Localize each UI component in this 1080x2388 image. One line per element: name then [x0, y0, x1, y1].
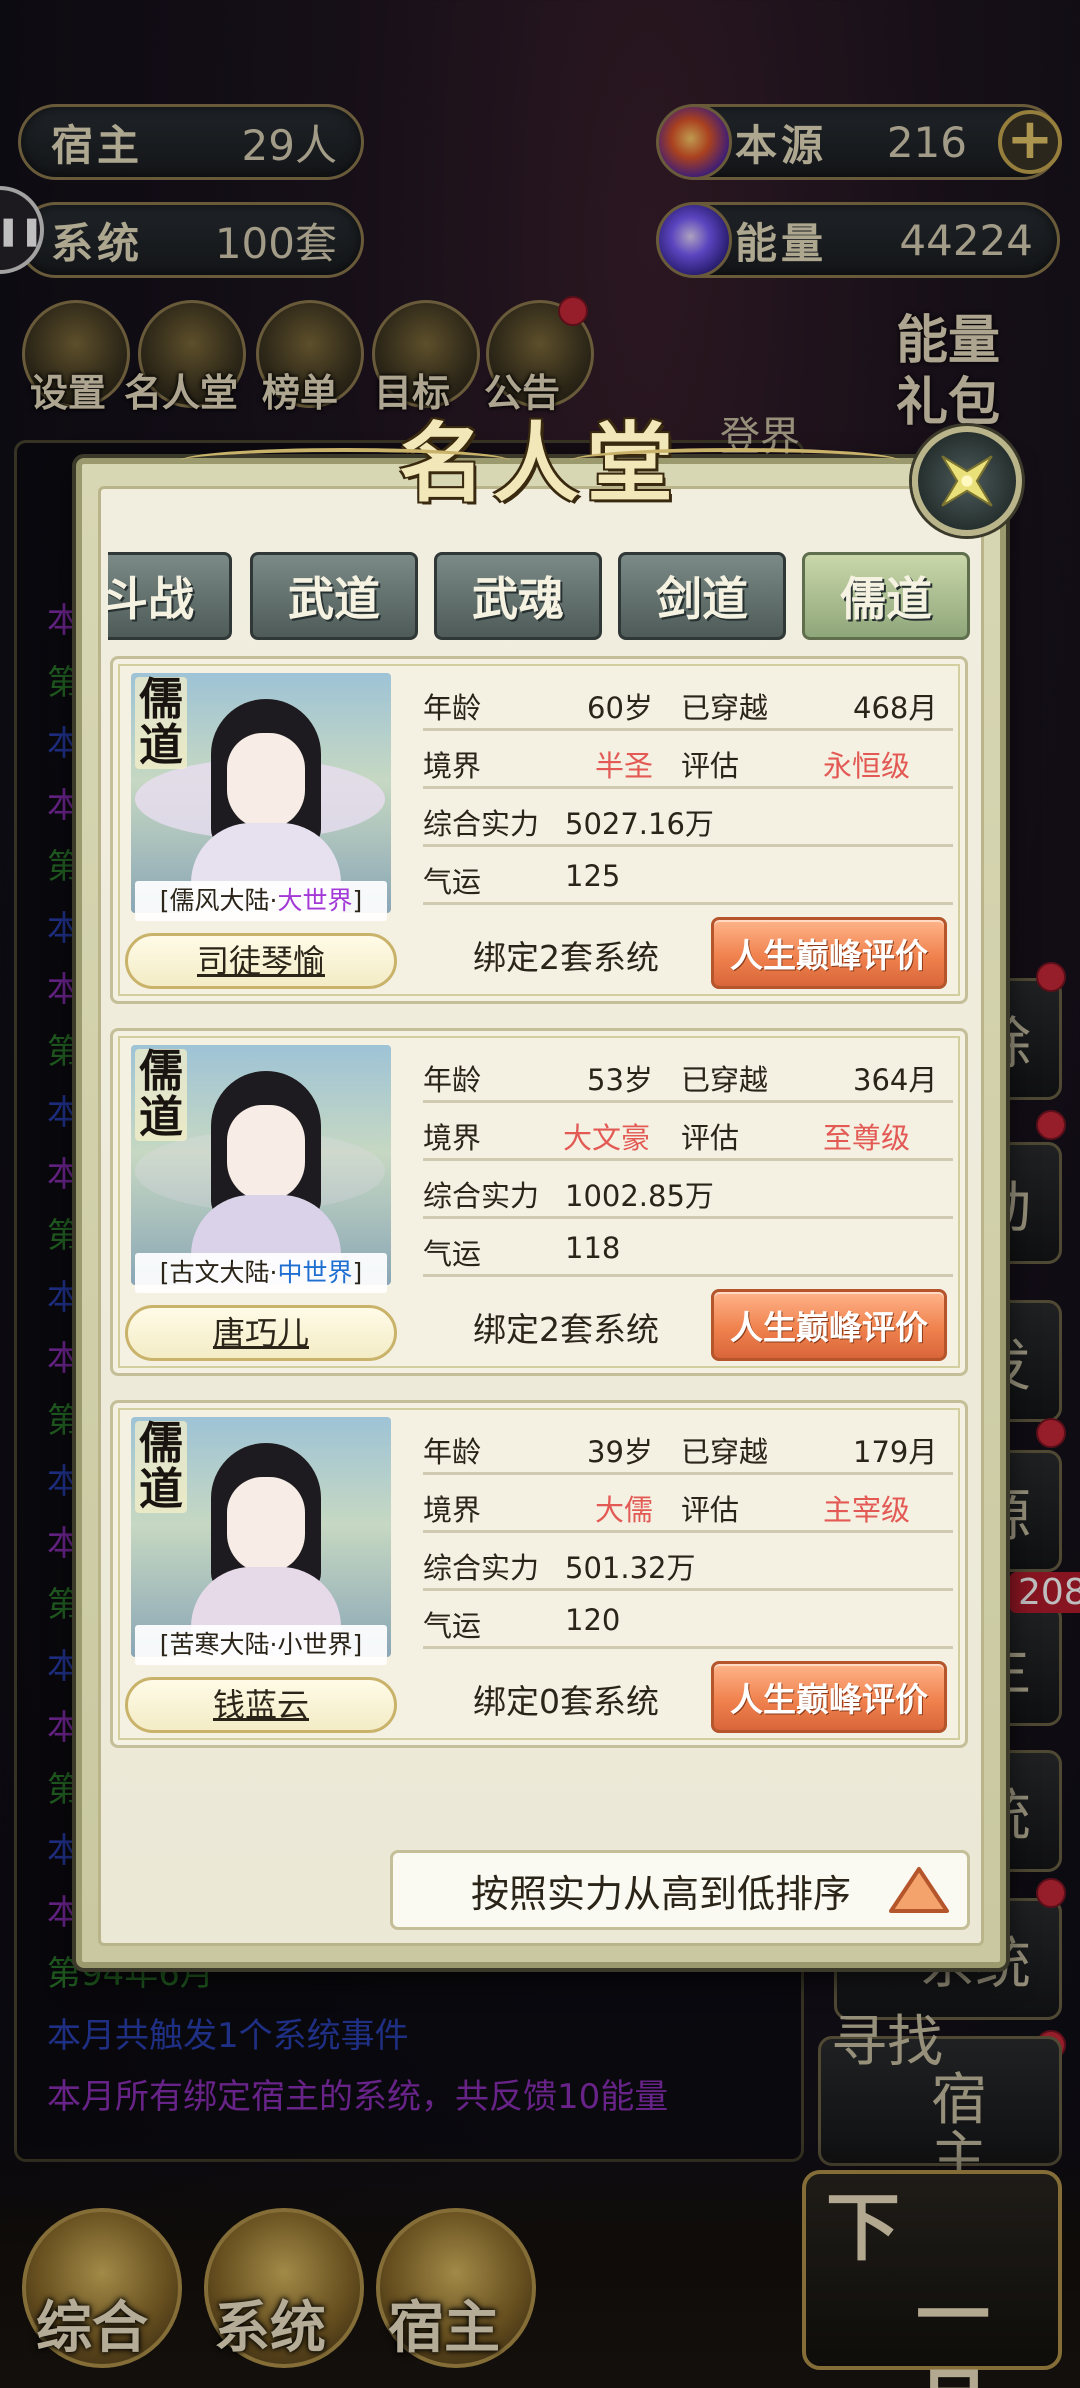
life-peak-eval-button[interactable]: 人生巅峰评价: [711, 1289, 947, 1361]
tab-wudao[interactable]: 武道: [250, 552, 418, 640]
luck-value: 118: [565, 1231, 621, 1265]
bound-systems-text: 绑定2套系统: [473, 938, 659, 977]
close-icon: [941, 455, 993, 507]
host-name-link[interactable]: 钱蓝云: [125, 1677, 397, 1733]
assess-value: 永恒级: [823, 749, 911, 783]
category-tabs: 斗战 武道 武魂 剑道 儒道: [108, 552, 972, 640]
tab-douzhan[interactable]: 斗战: [108, 552, 232, 640]
host-portrait-image[interactable]: 儒道: [131, 673, 391, 913]
host-stats: 年龄 53岁 已穿越 364月 境界 大文豪 评估 至尊级 综合实力 1002.85万 气运 1…: [423, 1045, 953, 1277]
tab-rudao[interactable]: 儒道: [802, 552, 970, 640]
world-label: [古文大陆·中世界]: [135, 1253, 387, 1293]
power-value: 1002.85万: [565, 1179, 714, 1213]
assess-value: 主宰级: [823, 1493, 911, 1527]
tab-jiandao[interactable]: 剑道: [618, 552, 786, 640]
age-value: 60岁: [587, 691, 653, 725]
celebrity-card-1: 儒道 [儒风大陆·大世界] 司徒琴愉 年龄 60岁 已穿越 468月 境界 半圣 评估 永恒…: [110, 656, 968, 1004]
close-button[interactable]: [912, 426, 1022, 536]
life-peak-eval-button[interactable]: 人生巅峰评价: [711, 917, 947, 989]
assess-value: 至尊级: [823, 1121, 911, 1155]
sort-label: 按照实力从高到低排序: [471, 1871, 852, 1916]
host-name-link[interactable]: 司徒琴愉: [125, 933, 397, 989]
world-tier: 小世界: [277, 1630, 353, 1659]
traveled-value: 364月: [853, 1063, 938, 1097]
host-stats: 年龄 39岁 已穿越 179月 境界 大儒 评估 主宰级 综合实力 501.32万 气运 120: [423, 1417, 953, 1649]
power-value: 5027.16万: [565, 807, 714, 841]
life-peak-eval-button[interactable]: 人生巅峰评价: [711, 1661, 947, 1733]
host-portrait-image[interactable]: 儒道: [131, 1045, 391, 1285]
path-tag: 儒道: [135, 1421, 187, 1513]
world-tier: 大世界: [277, 886, 353, 915]
traveled-value: 179月: [853, 1435, 938, 1469]
world-tier: 中世界: [277, 1258, 353, 1287]
path-tag: 儒道: [135, 1049, 187, 1141]
power-value: 501.32万: [565, 1551, 696, 1585]
modal-title-banner: 名人堂: [180, 400, 900, 514]
luck-value: 125: [565, 859, 621, 893]
path-tag: 儒道: [135, 677, 187, 769]
sort-ascending-icon: [889, 1867, 949, 1913]
world-label: [苦寒大陆·小世界]: [135, 1625, 387, 1665]
traveled-value: 468月: [853, 691, 938, 725]
age-value: 53岁: [587, 1063, 653, 1097]
celebrity-card-2: 儒道 [古文大陆·中世界] 唐巧儿 年龄 53岁 已穿越 364月 境界 大文豪 评估 至尊…: [110, 1028, 968, 1376]
host-name-link[interactable]: 唐巧儿: [125, 1305, 397, 1361]
luck-value: 120: [565, 1603, 621, 1637]
bound-systems-text: 绑定2套系统: [473, 1310, 659, 1349]
host-portrait-image[interactable]: 儒道: [131, 1417, 391, 1657]
realm-value: 大儒: [595, 1493, 654, 1527]
celebrity-card-3: 儒道 [苦寒大陆·小世界] 钱蓝云 年龄 39岁 已穿越 179月 境界 大儒 评估 主宰级…: [110, 1400, 968, 1748]
world-label: [儒风大陆·大世界]: [135, 881, 387, 921]
realm-value: 大文豪: [563, 1121, 651, 1155]
bound-systems-text: 绑定0套系统: [473, 1682, 659, 1721]
sort-by-power-button[interactable]: 按照实力从高到低排序: [390, 1850, 970, 1930]
age-value: 39岁: [587, 1435, 653, 1469]
host-stats: 年龄 60岁 已穿越 468月 境界 半圣 评估 永恒级 综合实力 5027.16万 气运 12…: [423, 673, 953, 905]
tab-wuhun[interactable]: 武魂: [434, 552, 602, 640]
realm-value: 半圣: [595, 749, 654, 783]
